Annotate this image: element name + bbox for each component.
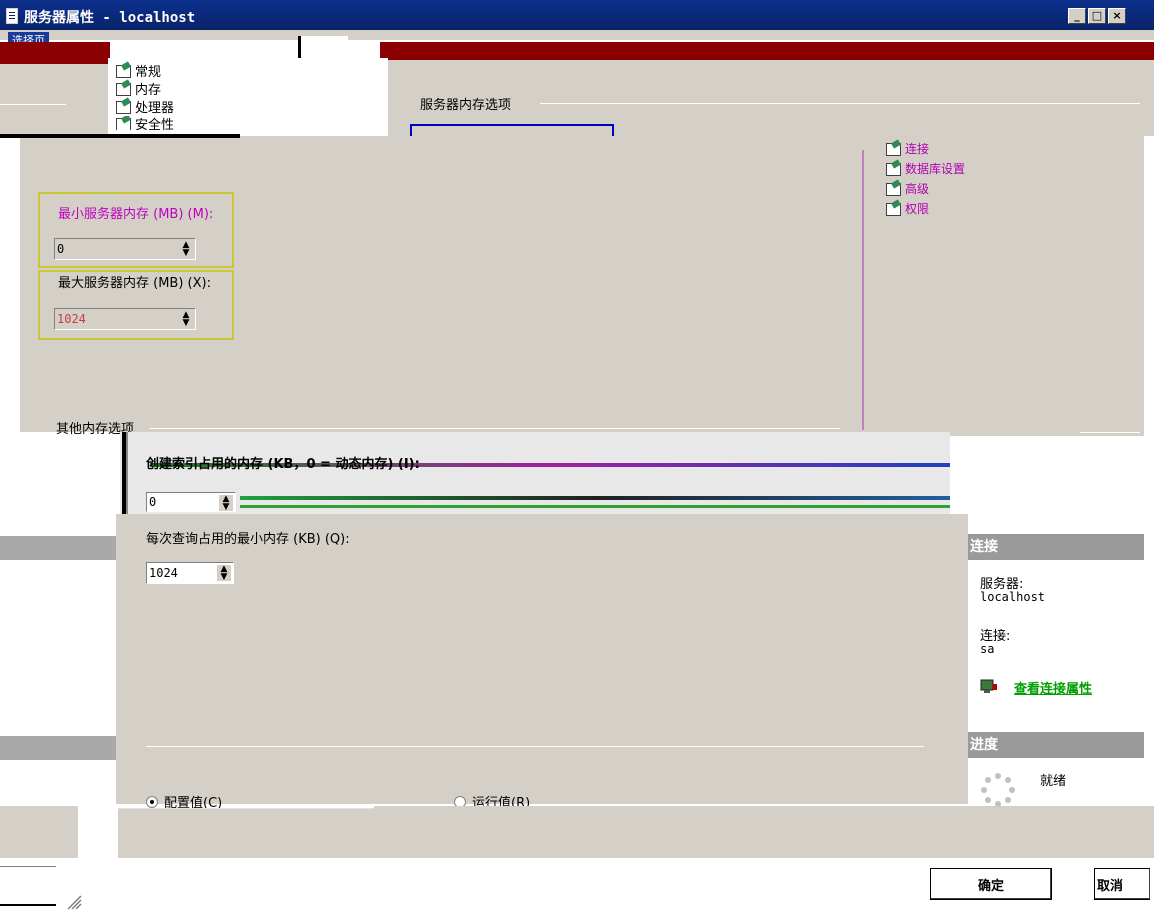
page-icon — [886, 201, 901, 216]
index-band — [120, 432, 950, 514]
max-memory-stepper[interactable]: 1024 ▲ ▼ — [54, 308, 196, 330]
glitch-strip — [122, 432, 128, 514]
nav-item-database-settings[interactable]: 数据库设置 — [886, 160, 965, 176]
close-button[interactable]: × — [1108, 8, 1126, 24]
server-icon — [6, 8, 18, 24]
maximize-button[interactable]: □ — [1088, 8, 1106, 24]
glitch-line — [240, 496, 950, 500]
nav-item-processor[interactable]: 处理器 — [116, 98, 174, 116]
glitch-strip — [380, 42, 1154, 60]
divider — [0, 904, 56, 906]
left-frame — [0, 64, 110, 134]
nav-item-advanced[interactable]: 高级 — [886, 180, 929, 196]
query-memory-stepper[interactable]: 1024 ▲ ▼ — [146, 562, 234, 584]
page-icon — [886, 141, 901, 156]
server-value: localhost — [980, 590, 1046, 604]
connection-properties-icon — [980, 678, 998, 694]
divider — [146, 746, 924, 747]
max-memory-value: 1024 — [57, 312, 86, 326]
min-memory-stepper[interactable]: 0 ▲ ▼ — [54, 238, 196, 260]
index-memory-label: 创建索引占用的内存 (KB，0 = 动态内存) (I): — [146, 457, 420, 472]
page-icon — [116, 63, 131, 78]
group-divider — [540, 103, 1140, 104]
title-bar: 服务器属性 - localhost _ □ × — [0, 0, 1154, 30]
query-panel — [116, 514, 968, 804]
max-memory-label: 最大服务器内存 (MB) (X): — [58, 276, 211, 291]
nav-item-general[interactable]: 常规 — [116, 62, 161, 80]
glitch-block — [118, 808, 374, 858]
minimize-button[interactable]: _ — [1068, 8, 1086, 24]
connection-value: sa — [980, 642, 995, 656]
group-divider — [150, 428, 840, 429]
nav-item-memory[interactable]: 内存 — [116, 80, 161, 98]
window-title: 服务器属性 - localhost — [24, 10, 196, 26]
progress-spinner-icon — [980, 772, 1016, 808]
server-memory-group-label: 服务器内存选项 — [420, 98, 512, 113]
left-margin — [0, 140, 20, 440]
page-icon — [116, 81, 131, 96]
left-frame — [0, 806, 78, 858]
query-memory-value: 1024 — [149, 566, 178, 580]
ok-button[interactable]: 确定 — [930, 868, 1052, 900]
divider — [0, 104, 66, 105]
spin-arrows-icon[interactable]: ▲ ▼ — [179, 241, 193, 258]
index-memory-stepper[interactable]: 0 ▲ ▼ — [146, 492, 236, 512]
glitch-strip — [0, 134, 240, 138]
nav-item-permissions[interactable]: 权限 — [886, 200, 929, 216]
page-icon — [116, 99, 131, 114]
nav-item-security[interactable]: 安全性 — [116, 116, 174, 130]
spin-arrows-icon[interactable]: ▲ ▼ — [179, 311, 193, 328]
cancel-button[interactable]: 取消 — [1094, 868, 1150, 900]
spin-arrows-icon[interactable]: ▲ ▼ — [217, 565, 231, 582]
resize-grip-icon[interactable] — [64, 892, 84, 910]
nav-item-connection[interactable]: 连接 — [886, 140, 929, 156]
bottom-frame — [374, 806, 1154, 858]
divider — [0, 866, 56, 867]
glitch-line — [862, 150, 864, 430]
progress-status: 就绪 — [1040, 774, 1067, 789]
gray-band — [0, 536, 118, 560]
page-icon — [116, 116, 131, 130]
radio-on-icon — [146, 795, 158, 808]
glitch-line — [240, 505, 950, 508]
page-icon — [886, 161, 901, 176]
connection-header: 连接 — [968, 534, 1144, 560]
glitch-strip — [0, 42, 110, 64]
min-memory-value: 0 — [57, 242, 65, 256]
gray-band — [0, 736, 118, 760]
min-memory-label: 最小服务器内存 (MB) (M): — [58, 207, 214, 222]
divider — [1080, 432, 1140, 433]
spin-arrows-icon[interactable]: ▲ ▼ — [219, 495, 233, 512]
progress-header: 进度 — [968, 732, 1144, 758]
top-frame — [0, 30, 1154, 40]
index-memory-value: 0 — [149, 495, 157, 509]
toolbar-fragment — [298, 36, 348, 60]
query-memory-label: 每次查询占用的最小内存 (KB) (Q): — [146, 532, 350, 547]
view-connection-properties-link[interactable]: 查看连接属性 — [1014, 678, 1092, 697]
page-icon — [886, 181, 901, 196]
